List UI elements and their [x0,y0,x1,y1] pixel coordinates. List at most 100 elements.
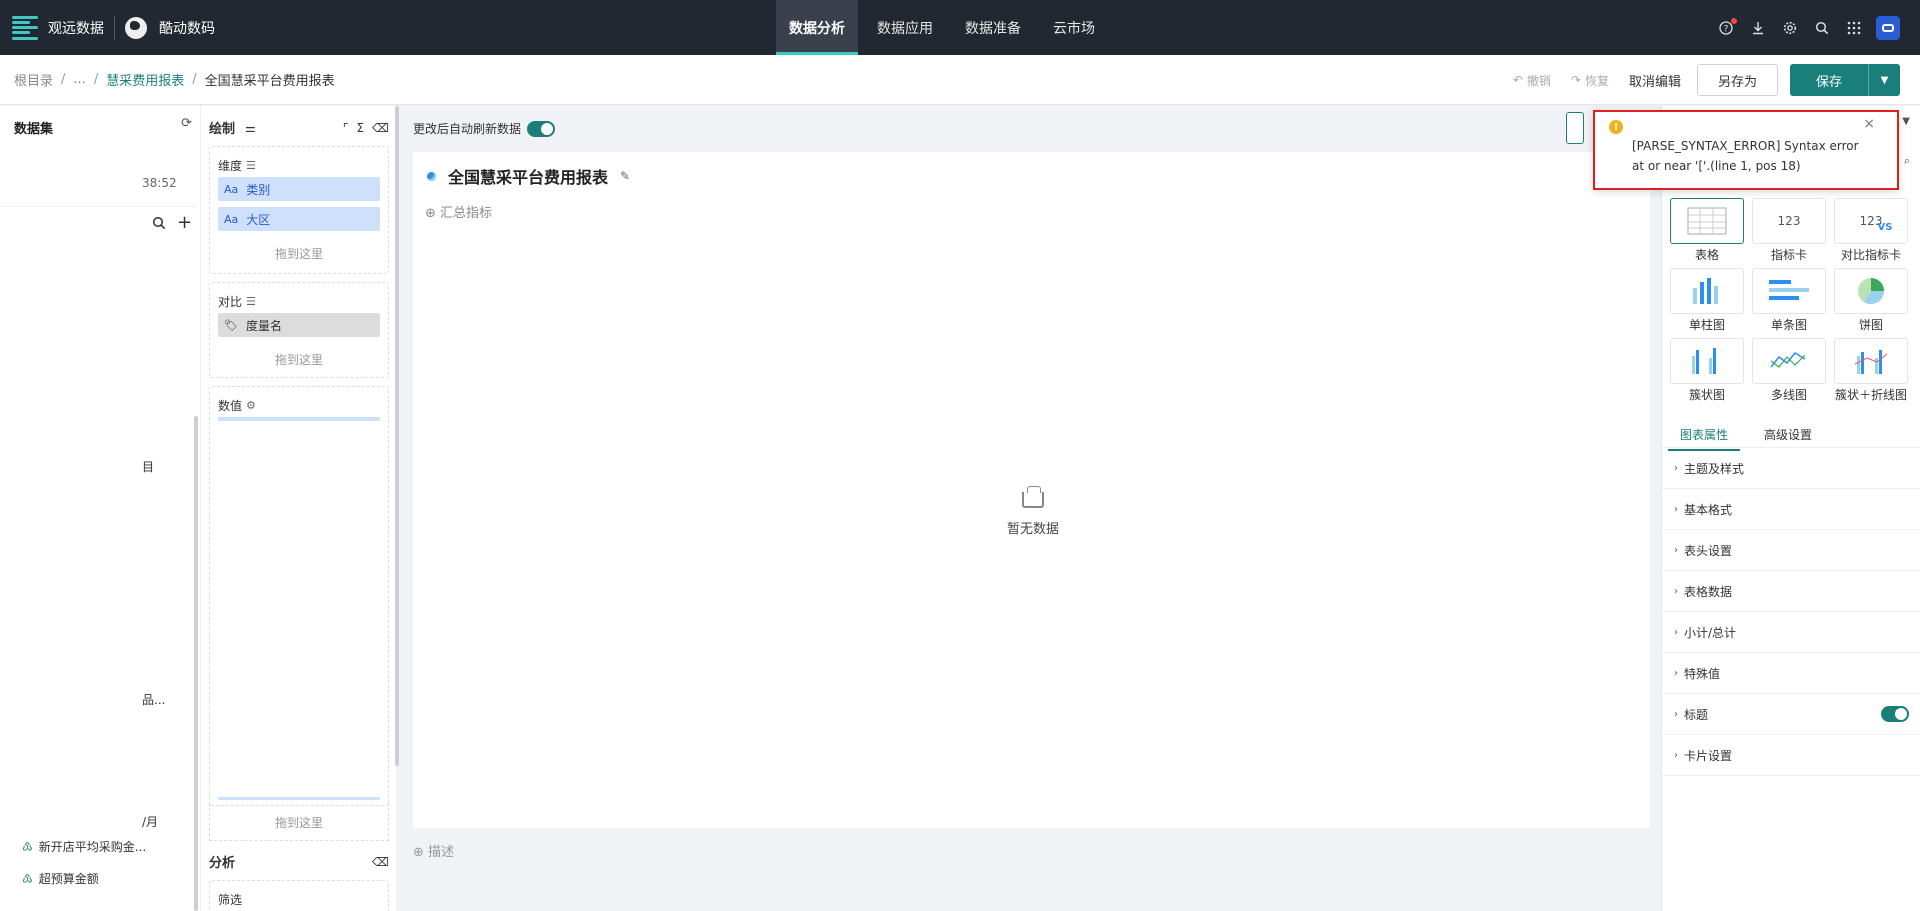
sort-icon[interactable]: ☰ [246,295,256,308]
contrast-field-measure-name[interactable]: 🏷 度量名 [218,313,380,337]
chart-type-table[interactable] [1670,198,1744,244]
avatar[interactable] [1876,15,1900,40]
logo-icon [12,15,38,40]
dimension-field-category[interactable]: Aa 类别 [218,177,380,201]
auto-refresh-toggle[interactable] [527,120,556,137]
prop-theme-style[interactable]: › 主题及样式 [1662,448,1920,489]
gear-icon[interactable]: ⚙ [246,399,256,412]
logo[interactable]: 观远数据 [12,15,104,40]
undo-icon: ↶ [1512,73,1523,87]
contrast-well[interactable]: 对比 ☰ 🏷 度量名 拖到这里 [209,282,389,378]
breadcrumb-ellipsis[interactable]: ... [73,72,85,87]
text-type-icon: Aa [224,182,239,196]
prop-subtotal-total[interactable]: › 小计/总计 [1662,612,1920,653]
chart-type-bar[interactable] [1752,268,1826,314]
search-icon[interactable]: ⌕ [1904,154,1910,168]
prop-table-data[interactable]: › 表格数据 [1662,571,1920,612]
value-field-strip[interactable] [218,797,380,800]
dimension-well[interactable]: 维度 ☰ Aa 类别 Aa 大区 拖到这里 [209,146,389,274]
settings-icon[interactable] [1782,20,1798,36]
plus-circle-icon: ⊕ [413,845,424,860]
dimension-field-region[interactable]: Aa 大区 [218,207,380,231]
dataset-field-partial[interactable]: 目 [142,458,154,475]
chart-type-caption: 簇状＋折线图 [1834,388,1907,402]
chevron-down-icon[interactable]: ▼ [1902,116,1910,127]
chart-type-pie[interactable] [1834,268,1908,314]
chart-type-cluster-line[interactable] [1834,338,1908,384]
prop-header-settings[interactable]: › 表头设置 [1662,530,1920,571]
add-description[interactable]: ⊕ 描述 [413,841,454,860]
breadcrumb-folder[interactable]: 慧采费用报表 [106,70,184,89]
nav-data-preparation[interactable]: 数据准备 [952,0,1034,55]
chart-type-caption: 指标卡 [1770,248,1807,262]
filter-well[interactable]: 筛选 [209,880,389,911]
search-icon[interactable] [152,216,166,234]
chart-type-cluster[interactable] [1670,338,1744,384]
search-icon[interactable] [1814,20,1830,36]
svg-text:?: ? [1724,24,1729,34]
eraser-icon[interactable]: ⌫ [372,121,389,135]
chart-type-multi-line[interactable] [1752,338,1826,384]
drop-hint: 拖到这里 [274,353,323,367]
add-summary-metric[interactable]: ⊕ 汇总指标 [425,202,492,221]
save-dropdown-button[interactable]: ▼ [1868,64,1900,96]
close-icon[interactable]: × [1863,116,1875,132]
undo-button[interactable]: ↶ 撤销 [1513,72,1551,89]
prop-card-settings[interactable]: › 卡片设置 [1662,735,1920,776]
breadcrumb-current: 全国慧采平台费用报表 [204,74,335,89]
prop-label: 基本格式 [1684,502,1733,517]
chevron-right-icon: › [1674,667,1678,679]
plus-circle-icon: ⊕ [425,206,436,221]
sort-icon[interactable]: ☰ [246,159,256,172]
cancel-edit-button[interactable]: 取消编辑 [1629,71,1681,90]
logo-text: 观远数据 [48,20,104,37]
chart-type-toggle-button[interactable] [1566,112,1584,144]
help-icon[interactable]: ? [1718,17,1737,36]
chart-type-kpi[interactable]: 123 [1752,198,1826,244]
dataset-field-partial[interactable]: /月 [142,813,158,830]
column-chart-icon [1693,278,1718,304]
chart-type-column[interactable] [1670,268,1744,314]
measure-icon: ♳ [22,871,33,886]
corner-icon[interactable]: ⌜ [343,121,349,135]
title-toggle[interactable] [1881,706,1909,722]
save-button[interactable]: 保存 [1790,64,1868,96]
nav-data-analysis[interactable]: 数据分析 [776,0,858,55]
redo-button[interactable]: ↷ 恢复 [1571,72,1609,89]
chart-type-caption: 对比指标卡 [1840,248,1901,262]
chevron-right-icon: › [1674,503,1678,515]
value-well[interactable]: 数值 ⚙ [209,386,389,806]
measure-icon: ♳ [22,839,33,854]
breadcrumb-separator: / [192,72,197,87]
edit-title-icon[interactable]: ✎ [620,169,630,183]
prop-title[interactable]: › 标题 [1662,694,1920,735]
sliders-icon[interactable]: ⚌ [245,121,256,135]
nav-data-application[interactable]: 数据应用 [864,0,946,55]
chart-type-compare-kpi[interactable]: 123 VS [1834,198,1908,244]
dataset-panel-title: 数据集 [14,122,54,137]
chart-type-caption: 单柱图 [1688,318,1725,332]
card-status-icon [427,171,436,181]
dataset-scrollbar[interactable] [194,416,198,911]
add-field-icon[interactable]: + [177,212,192,233]
dataset-field-item[interactable]: ♳ 新开店平均采购金... [22,838,146,855]
dataset-panel: 数据集 ⟳ 38:52 + 目 品... /月 ♳ 新开店平均采购金... ♳ … [0,106,200,911]
sigma-icon[interactable]: Σ [356,121,364,135]
value-drop-zone[interactable]: 拖到这里 [209,803,389,841]
divider [114,15,115,40]
breadcrumb-root[interactable]: 根目录 [14,70,53,89]
eraser-icon[interactable]: ⌫ [372,855,389,869]
apps-grid-icon[interactable] [1846,20,1862,36]
dataset-field-item[interactable]: ♳ 超预算金额 [22,870,99,887]
org-switcher[interactable]: 酷动数码 [125,16,215,39]
save-as-button[interactable]: 另存为 [1696,64,1778,96]
dataset-field-partial[interactable]: 品... [142,691,165,708]
download-icon[interactable] [1750,20,1766,36]
switch-dataset-icon[interactable]: ⟳ [181,116,192,131]
prop-basic-format[interactable]: › 基本格式 [1662,489,1920,530]
nav-cloud-market[interactable]: 云市场 [1040,0,1108,55]
card-title[interactable]: 全国慧采平台费用报表 [448,164,608,188]
canvas-scrollbar[interactable] [395,106,399,766]
value-field-strip[interactable] [218,417,380,421]
prop-special-values[interactable]: › 特殊值 [1662,653,1920,694]
